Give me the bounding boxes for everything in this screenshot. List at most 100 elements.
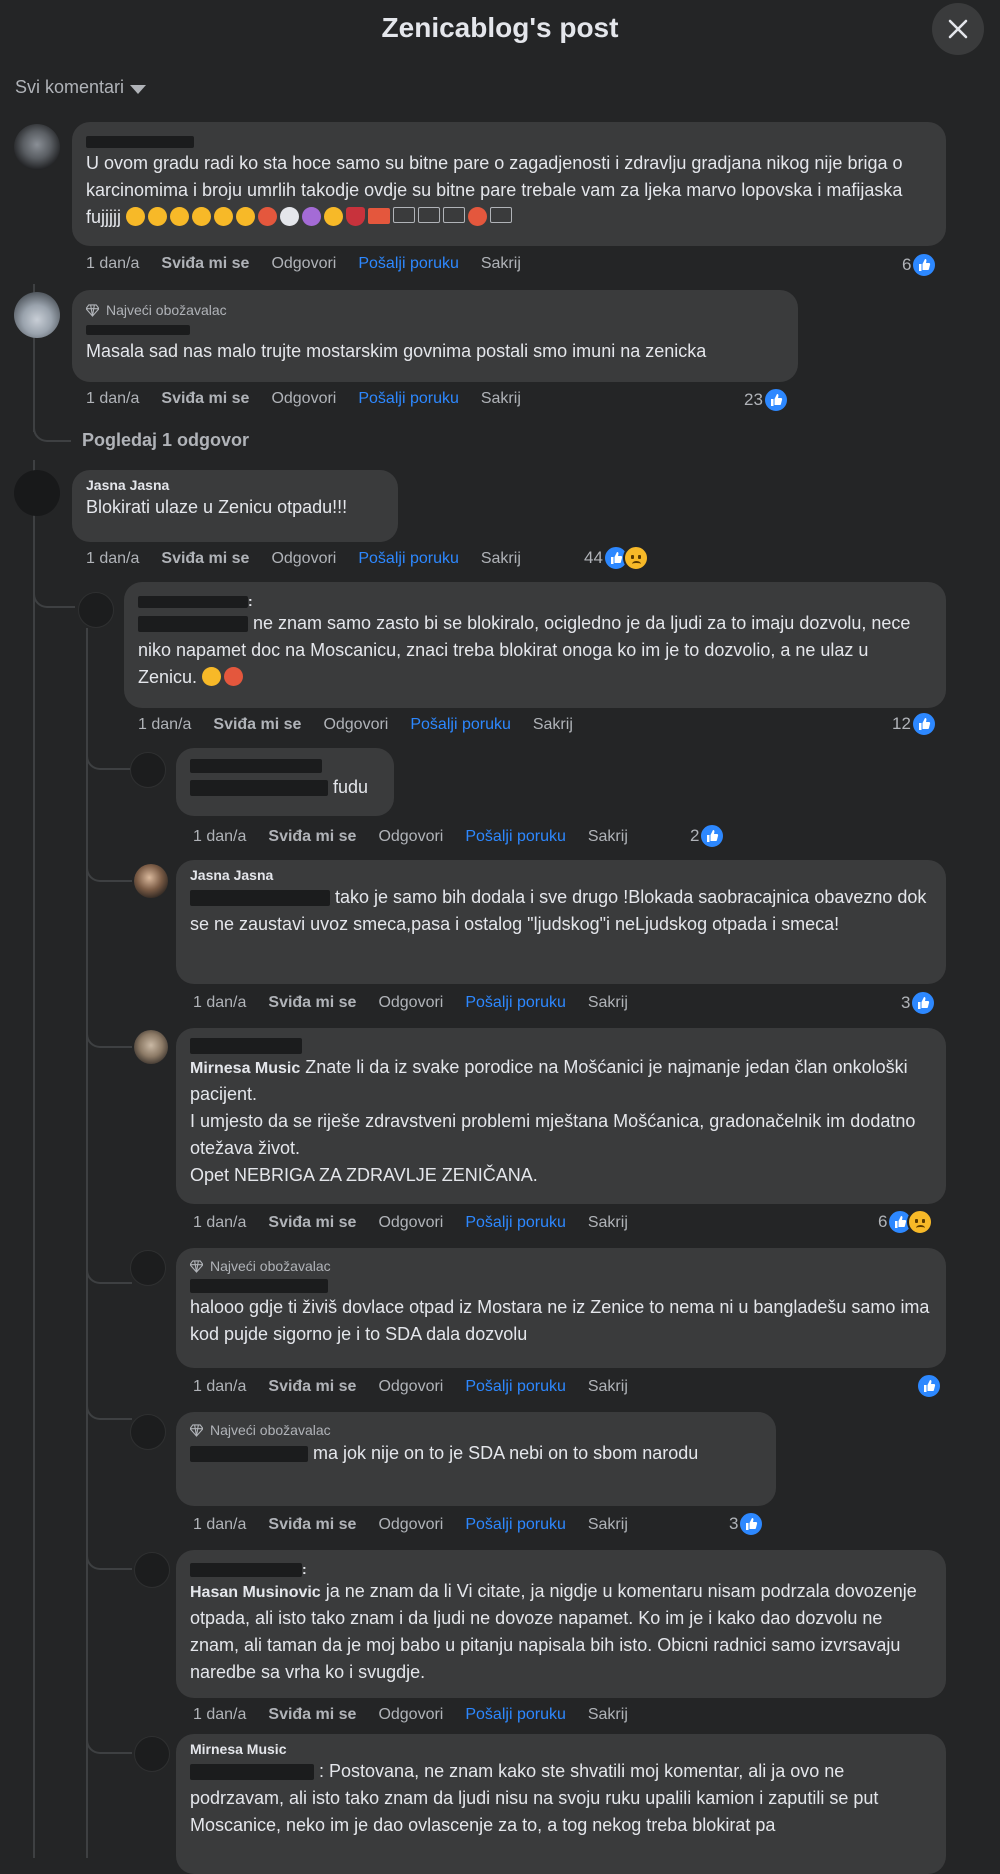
comment-sort-dropdown[interactable]: Svi komentari [15,77,147,98]
avatar[interactable] [134,1552,170,1588]
send-message-button[interactable]: Pošalji poruku [410,716,511,734]
reaction-summary[interactable] [916,1372,942,1400]
timestamp[interactable]: 1 dan/a [138,716,191,734]
reply-button[interactable]: Odgovori [271,255,336,273]
hide-button[interactable]: Sakrij [533,716,573,734]
send-message-button[interactable]: Pošalji poruku [465,1378,566,1396]
reply-button[interactable]: Odgovori [323,716,388,734]
like-button[interactable]: Sviđa mi se [268,828,356,846]
send-message-button[interactable]: Pošalji poruku [358,255,459,273]
thread-connector [33,588,75,608]
reaction-summary[interactable]: 3 [729,1510,765,1538]
timestamp[interactable]: 1 dan/a [193,1214,246,1232]
timestamp[interactable]: 1 dan/a [86,550,139,568]
comment-text: Masala sad nas malo trujte mostarskim go… [86,341,707,361]
reaction-count: 2 [690,826,700,845]
like-reaction-icon [911,252,938,278]
close-button[interactable] [932,3,984,55]
commenter-name[interactable]: Mirnesa Music [190,1740,932,1758]
reaction-summary[interactable]: 6 [902,251,938,279]
avatar[interactable] [78,592,114,628]
commenter-name-redacted[interactable] [190,756,380,774]
hide-button[interactable]: Sakrij [588,828,628,846]
commenter-name-redacted[interactable]: : [190,1560,932,1578]
like-button[interactable]: Sviđa mi se [161,390,249,408]
mention-redacted[interactable] [190,780,328,797]
commenter-name-redacted[interactable] [190,1446,308,1463]
commenter-name[interactable]: Jasna Jasna [86,476,384,494]
hide-button[interactable]: Sakrij [481,255,521,273]
commenter-name-redacted[interactable]: : [138,592,932,610]
like-button[interactable]: Sviđa mi se [268,1706,356,1724]
hide-button[interactable]: Sakrij [481,390,521,408]
send-message-button[interactable]: Pošalji poruku [358,390,459,408]
send-message-button[interactable]: Pošalji poruku [358,550,459,568]
like-button[interactable]: Sviđa mi se [268,994,356,1012]
mention-tag[interactable]: Hasan Musinovic [190,1584,321,1601]
reaction-summary[interactable]: 2 [690,822,726,850]
hide-button[interactable]: Sakrij [481,550,521,568]
reply-button[interactable]: Odgovori [378,1516,443,1534]
reply-button[interactable]: Odgovori [378,1706,443,1724]
commenter-name-redacted[interactable] [190,1276,932,1294]
avatar[interactable] [130,1414,166,1450]
avatar[interactable] [130,752,166,788]
mention-tag[interactable]: Mirnesa Music [190,1060,300,1077]
comment-actions: 1 dan/a Sviđa mi se Odgovori Pošalji por… [86,550,543,568]
comment-text: Blokirati ulaze u Zenicu otpadu!!! [86,497,348,517]
reply-button[interactable]: Odgovori [271,550,336,568]
avatar[interactable] [134,1030,168,1064]
like-button[interactable]: Sviđa mi se [268,1214,356,1232]
view-replies-link[interactable]: Pogledaj 1 odgovor [82,430,249,451]
avatar[interactable] [134,864,168,898]
timestamp[interactable]: 1 dan/a [193,1378,246,1396]
mention-redacted[interactable] [190,1764,314,1781]
commenter-name-redacted[interactable] [86,132,932,150]
close-icon [948,19,968,39]
like-button[interactable]: Sviđa mi se [268,1378,356,1396]
send-message-button[interactable]: Pošalji poruku [465,1516,566,1534]
timestamp[interactable]: 1 dan/a [193,828,246,846]
send-message-button[interactable]: Pošalji poruku [465,1214,566,1232]
reply-button[interactable]: Odgovori [271,390,336,408]
reaction-summary[interactable]: 12 [892,710,937,738]
hide-button[interactable]: Sakrij [588,994,628,1012]
like-button[interactable]: Sviđa mi se [268,1516,356,1534]
reply-button[interactable]: Odgovori [378,994,443,1012]
timestamp[interactable]: 1 dan/a [193,1516,246,1534]
avatar[interactable] [14,124,60,170]
timestamp[interactable]: 1 dan/a [193,1706,246,1724]
reply-actions: 1 dan/a Sviđa mi se Odgovori Pošalji por… [138,716,595,734]
hide-button[interactable]: Sakrij [588,1706,628,1724]
like-button[interactable]: Sviđa mi se [213,716,301,734]
commenter-name[interactable]: Jasna Jasna [190,866,932,884]
like-button[interactable]: Sviđa mi se [161,550,249,568]
hide-button[interactable]: Sakrij [588,1214,628,1232]
avatar[interactable] [14,292,60,338]
timestamp[interactable]: 1 dan/a [86,255,139,273]
reply-button[interactable]: Odgovori [378,828,443,846]
hide-button[interactable]: Sakrij [588,1516,628,1534]
timestamp[interactable]: 1 dan/a [193,994,246,1012]
send-message-button[interactable]: Pošalji poruku [465,828,566,846]
send-message-button[interactable]: Pošalji poruku [465,1706,566,1724]
reply-button[interactable]: Odgovori [378,1214,443,1232]
hide-button[interactable]: Sakrij [588,1378,628,1396]
reaction-summary[interactable]: 23 [744,386,789,414]
reaction-summary[interactable]: 44 [584,544,649,572]
send-message-button[interactable]: Pošalji poruku [465,994,566,1012]
mention-redacted[interactable] [138,616,248,633]
avatar[interactable] [134,1736,170,1772]
reply-text-paragraph3: Opet NEBRIGA ZA ZDRAVLJE ZENIČANA. [190,1165,538,1186]
mention-redacted[interactable] [190,890,330,907]
reaction-summary[interactable]: 3 [901,989,937,1017]
reaction-summary[interactable]: 6 [878,1208,934,1236]
reply-text-line1: : Postovana, ne znam kako ste shvatili m… [319,1761,845,1781]
commenter-name-redacted[interactable] [190,1036,932,1055]
reply-button[interactable]: Odgovori [378,1378,443,1396]
timestamp[interactable]: 1 dan/a [86,390,139,408]
commenter-name-redacted[interactable] [86,320,784,338]
avatar[interactable] [14,470,60,516]
like-button[interactable]: Sviđa mi se [161,255,249,273]
avatar[interactable] [130,1250,166,1286]
